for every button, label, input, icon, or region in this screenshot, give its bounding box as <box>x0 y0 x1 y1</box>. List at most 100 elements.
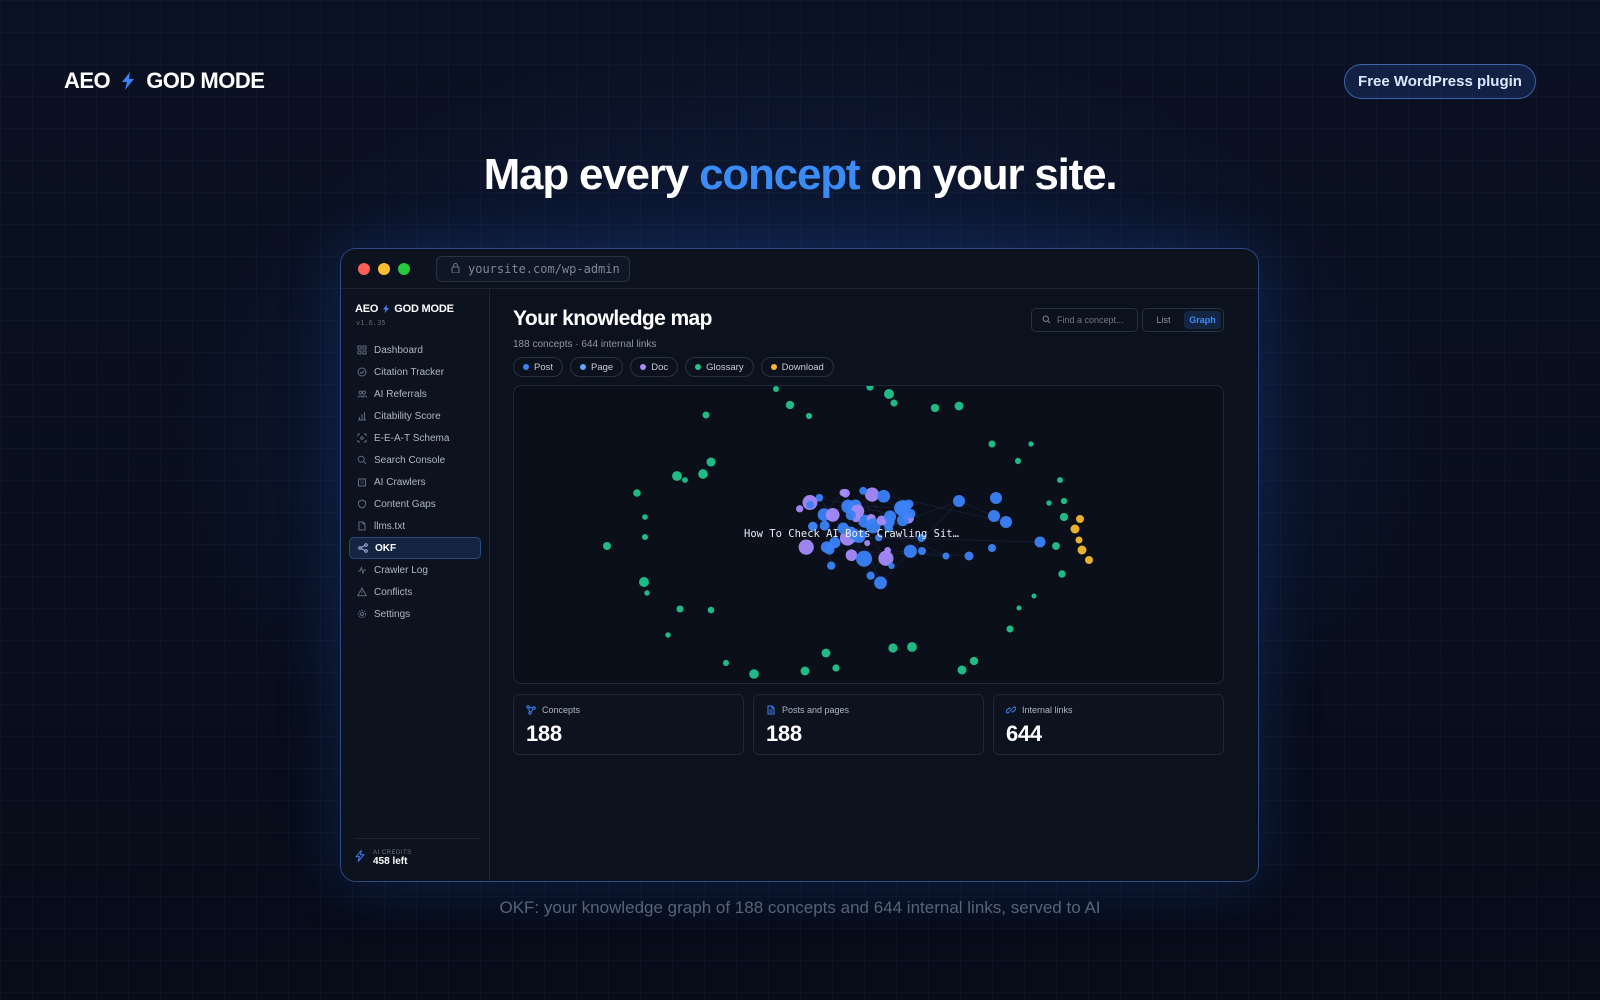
graph-node[interactable] <box>821 648 831 658</box>
filter-chip-doc[interactable]: Doc <box>630 357 679 377</box>
graph-node[interactable] <box>1070 524 1080 534</box>
minimize-window-button[interactable] <box>378 262 390 275</box>
graph-node[interactable] <box>832 664 840 672</box>
graph-node[interactable] <box>1006 625 1014 633</box>
graph-node[interactable] <box>1077 545 1087 555</box>
graph-node[interactable] <box>888 643 898 653</box>
close-window-button[interactable] <box>358 262 370 275</box>
sidebar-item-dashboard[interactable]: Dashboard <box>349 339 481 361</box>
graph-node[interactable] <box>1076 515 1084 523</box>
graph-node[interactable] <box>702 411 710 419</box>
graph-node[interactable] <box>954 401 964 411</box>
graph-node[interactable] <box>1075 536 1083 544</box>
graph-node[interactable] <box>749 669 759 679</box>
list-view-button[interactable]: List <box>1145 311 1182 329</box>
graph-node[interactable] <box>866 571 875 580</box>
graph-view-button[interactable]: Graph <box>1184 311 1221 329</box>
filter-chip-page[interactable]: Page <box>570 357 624 377</box>
graph-node[interactable] <box>890 399 898 407</box>
filter-chip-glossary[interactable]: Glossary <box>685 357 754 377</box>
graph-node[interactable] <box>957 665 967 675</box>
sidebar-item-eeat-schema[interactable]: E-E-A-T Schema <box>349 427 481 449</box>
graph-node[interactable] <box>845 509 856 521</box>
graph-node[interactable] <box>839 489 847 497</box>
sidebar-item-crawler-log[interactable]: Crawler Log <box>349 559 481 581</box>
sidebar-item-settings[interactable]: Settings <box>349 603 481 625</box>
graph-node[interactable] <box>1031 593 1037 599</box>
graph-node[interactable] <box>707 606 715 614</box>
graph-node[interactable] <box>805 412 813 420</box>
graph-node[interactable] <box>676 605 684 613</box>
graph-node[interactable] <box>772 386 780 393</box>
graph-node[interactable] <box>942 552 950 560</box>
graph-node[interactable] <box>883 510 897 523</box>
graph-node[interactable] <box>698 469 708 479</box>
sidebar-item-llms-txt[interactable]: llms.txt <box>349 515 481 537</box>
graph-node[interactable] <box>798 539 814 555</box>
graph-node[interactable] <box>859 486 868 495</box>
sidebar-item-okf[interactable]: OKF <box>349 537 481 559</box>
graph-node[interactable] <box>1034 536 1046 548</box>
graph-node[interactable] <box>953 495 965 507</box>
graph-node[interactable] <box>1058 570 1066 578</box>
graph-node[interactable] <box>964 551 974 561</box>
graph-node[interactable] <box>682 477 688 483</box>
graph-node[interactable] <box>918 547 926 555</box>
free-wordpress-plugin-button[interactable]: Free WordPress plugin <box>1344 64 1536 99</box>
graph-node[interactable] <box>969 656 979 666</box>
graph-node[interactable] <box>672 471 682 481</box>
filter-chip-download[interactable]: Download <box>760 357 834 377</box>
sidebar-item-content-gaps[interactable]: Content Gaps <box>349 493 481 515</box>
graph-node[interactable] <box>1059 512 1069 522</box>
graph-node[interactable] <box>639 577 649 587</box>
graph-node[interactable] <box>904 499 914 509</box>
filter-chip-post[interactable]: Post <box>513 357 564 377</box>
graph-node[interactable] <box>825 508 840 522</box>
graph-node[interactable] <box>896 514 909 527</box>
graph-node[interactable] <box>1014 457 1022 465</box>
graph-node[interactable] <box>864 487 880 502</box>
graph-node[interactable] <box>864 539 871 547</box>
graph-node[interactable] <box>722 659 730 667</box>
sidebar-item-ai-referrals[interactable]: AI Referrals <box>349 383 481 405</box>
graph-node[interactable] <box>903 544 917 558</box>
graph-node[interactable] <box>856 550 873 567</box>
sidebar-item-search-console[interactable]: Search Console <box>349 449 481 471</box>
graph-node[interactable] <box>1000 516 1012 528</box>
graph-node[interactable] <box>888 562 895 570</box>
graph-node[interactable] <box>866 386 874 391</box>
graph-node[interactable] <box>785 400 795 410</box>
graph-node[interactable] <box>806 500 815 509</box>
graph-node[interactable] <box>1052 542 1060 550</box>
knowledge-graph-canvas[interactable]: How To Check AI Bots Crawling Sit… <box>513 385 1224 684</box>
graph-node[interactable] <box>874 576 887 590</box>
address-bar[interactable]: yoursite.com/wp-admin <box>436 255 630 282</box>
graph-node[interactable] <box>1046 500 1052 506</box>
graph-node[interactable] <box>1028 441 1034 447</box>
brand-logo[interactable]: AEO GOD MODE <box>64 68 265 94</box>
graph-node[interactable] <box>1060 497 1068 505</box>
graph-node[interactable] <box>988 440 996 448</box>
sidebar-item-citability-score[interactable]: Citability Score <box>349 405 481 427</box>
graph-node[interactable] <box>884 389 894 399</box>
graph-node[interactable] <box>644 590 650 596</box>
graph-node[interactable] <box>845 549 858 562</box>
concept-search-input[interactable]: Find a concept... <box>1031 308 1138 332</box>
graph-node[interactable] <box>602 541 612 551</box>
graph-node[interactable] <box>796 505 804 513</box>
graph-node[interactable] <box>907 642 917 652</box>
graph-node[interactable] <box>827 561 836 570</box>
graph-node[interactable] <box>930 403 940 413</box>
graph-node[interactable] <box>641 533 649 541</box>
graph-node[interactable] <box>633 489 641 497</box>
sidebar-brand[interactable]: AEO GOD MODE <box>355 303 489 315</box>
graph-node[interactable] <box>1057 477 1063 483</box>
sidebar-item-citation-tracker[interactable]: Citation Tracker <box>349 361 481 383</box>
graph-node[interactable] <box>1085 556 1093 564</box>
graph-node[interactable] <box>800 666 810 676</box>
sidebar-item-conflicts[interactable]: Conflicts <box>349 581 481 603</box>
graph-node[interactable] <box>877 489 891 503</box>
maximize-window-button[interactable] <box>398 262 410 275</box>
graph-node[interactable] <box>990 492 1002 504</box>
sidebar-item-ai-crawlers[interactable]: AI Crawlers <box>349 471 481 493</box>
